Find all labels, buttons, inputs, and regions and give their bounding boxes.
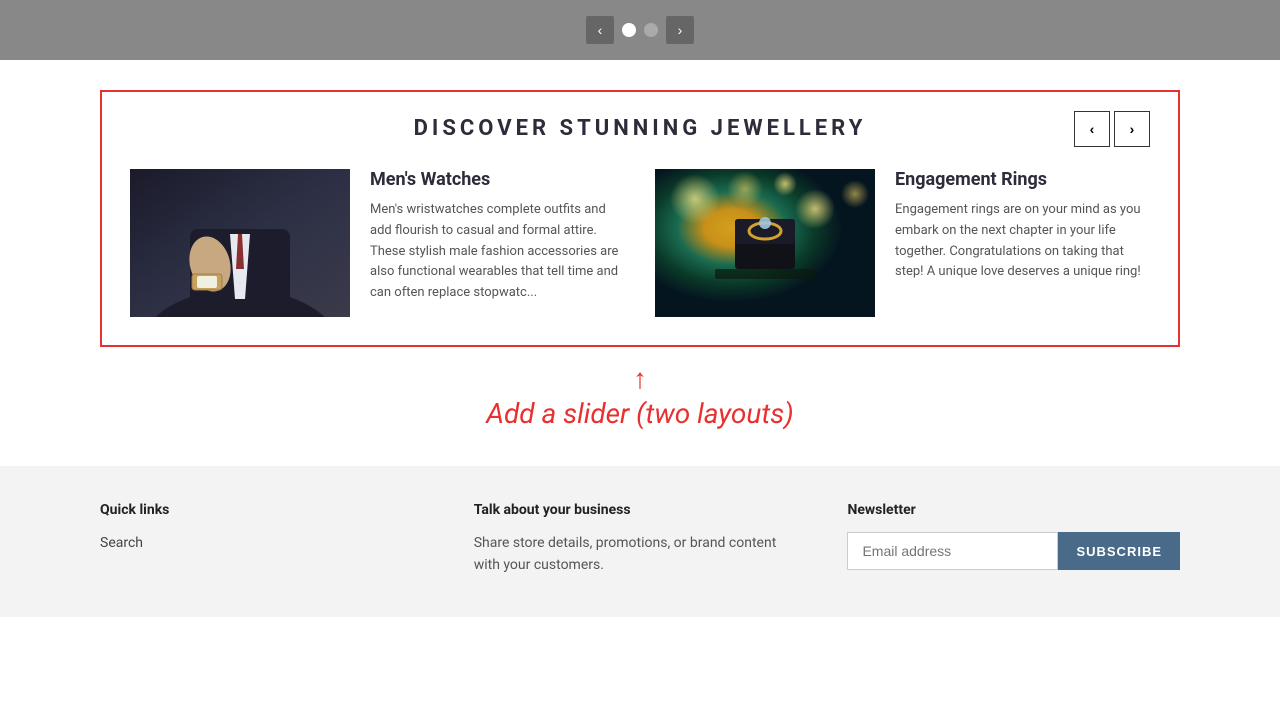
product-card-rings: Engagement Rings Engagement rings are on… <box>655 169 1150 317</box>
product-image-watches <box>130 169 350 317</box>
business-heading: Talk about your business <box>474 502 788 518</box>
footer-quick-links: Quick links Search <box>100 502 414 577</box>
chevron-left-icon: ‹ <box>1090 121 1095 137</box>
search-link[interactable]: Search <box>100 535 143 551</box>
jewellery-next-button[interactable]: › <box>1114 111 1150 147</box>
email-input[interactable] <box>847 532 1058 570</box>
footer-newsletter: Newsletter SUBSCRIBE <box>847 502 1180 577</box>
jewellery-header: DISCOVER STUNNING JEWELLERY ‹ › <box>130 116 1150 141</box>
dot-2[interactable] <box>644 23 658 37</box>
quick-links-heading: Quick links <box>100 502 414 518</box>
footer-business: Talk about your business Share store det… <box>474 502 788 577</box>
chevron-right-icon: › <box>1130 121 1135 137</box>
top-prev-button[interactable]: ‹ <box>586 16 614 44</box>
jewellery-title: DISCOVER STUNNING JEWELLERY <box>414 116 867 141</box>
chevron-right-icon: › <box>678 22 683 38</box>
dot-1[interactable] <box>622 23 636 37</box>
top-next-button[interactable]: › <box>666 16 694 44</box>
top-slider-nav: ‹ › <box>0 0 1280 60</box>
business-body: Share store details, promotions, or bran… <box>474 532 788 577</box>
jewellery-nav: ‹ › <box>1074 111 1150 147</box>
annotation-area: ↑ Add a slider (two layouts) <box>100 357 1180 446</box>
annotation-arrow: ↑ <box>633 365 647 393</box>
newsletter-form: SUBSCRIBE <box>847 532 1180 570</box>
footer: Quick links Search Talk about your busin… <box>0 466 1280 617</box>
jewellery-section: DISCOVER STUNNING JEWELLERY ‹ › <box>100 90 1180 347</box>
watches-desc: Men's wristwatches complete outfits and … <box>370 200 625 304</box>
rings-desc: Engagement rings are on your mind as you… <box>895 200 1150 283</box>
watches-title: Men's Watches <box>370 169 625 190</box>
product-info-watches: Men's Watches Men's wristwatches complet… <box>370 169 625 317</box>
main-content: DISCOVER STUNNING JEWELLERY ‹ › <box>0 60 1280 466</box>
product-image-rings <box>655 169 875 317</box>
product-card-watches: Men's Watches Men's wristwatches complet… <box>130 169 625 317</box>
product-info-rings: Engagement Rings Engagement rings are on… <box>895 169 1150 317</box>
products-row: Men's Watches Men's wristwatches complet… <box>130 169 1150 317</box>
chevron-left-icon: ‹ <box>598 22 603 38</box>
newsletter-heading: Newsletter <box>847 502 1180 518</box>
jewellery-prev-button[interactable]: ‹ <box>1074 111 1110 147</box>
annotation-text: Add a slider (two layouts) <box>486 397 794 430</box>
rings-title: Engagement Rings <box>895 169 1150 190</box>
subscribe-button[interactable]: SUBSCRIBE <box>1058 532 1180 570</box>
